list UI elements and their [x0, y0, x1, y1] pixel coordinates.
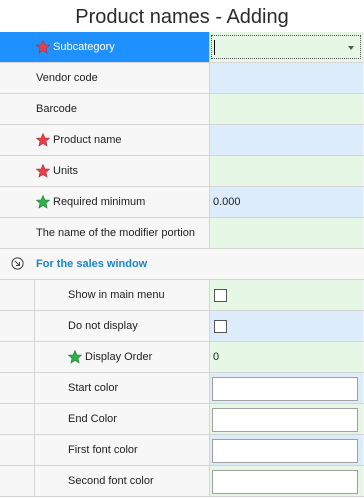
- product-names-adding-window: Product names - Adding Subcategory Vendo…: [0, 0, 364, 498]
- field-row-subcategory[interactable]: Subcategory: [0, 32, 364, 63]
- section-label: For the sales window: [36, 258, 148, 270]
- field-label: End Color: [68, 413, 117, 426]
- field-label: Subcategory: [53, 41, 115, 54]
- window-title: Product names - Adding: [0, 0, 364, 32]
- field-row-start-color[interactable]: Start color: [0, 373, 364, 404]
- field-label-cell: Second font color: [34, 466, 210, 496]
- field-label: Required minimum: [53, 196, 146, 209]
- section-header-sales-window[interactable]: For the sales window: [0, 249, 364, 280]
- field-row-vendor-code[interactable]: Vendor code: [0, 63, 364, 94]
- first-font-color-picker[interactable]: [212, 439, 358, 463]
- combo-box[interactable]: [211, 35, 361, 59]
- subcategory-combo[interactable]: [210, 32, 363, 62]
- end-color-cell[interactable]: [210, 404, 363, 434]
- field-label-cell: Product name: [0, 125, 210, 155]
- field-label-cell: Barcode: [0, 94, 210, 124]
- field-label-cell: Do not display: [34, 311, 210, 341]
- field-row-required-minimum[interactable]: Required minimum 0.000: [0, 187, 364, 218]
- field-row-end-color[interactable]: End Color: [0, 404, 364, 435]
- second-font-color-picker[interactable]: [212, 470, 358, 494]
- field-label: Product name: [53, 134, 122, 147]
- text-caret: [214, 40, 215, 55]
- field-row-product-name[interactable]: Product name: [0, 125, 364, 156]
- field-label: Do not display: [68, 320, 138, 333]
- units-input[interactable]: [210, 156, 363, 186]
- field-label: Units: [53, 165, 79, 178]
- show-in-main-menu-checkbox[interactable]: [214, 289, 227, 302]
- field-row-display-order[interactable]: Display Order 0: [0, 342, 364, 373]
- field-label-cell: First font color: [34, 435, 210, 465]
- field-label-cell: Vendor code: [0, 63, 210, 93]
- field-row-barcode[interactable]: Barcode: [0, 94, 364, 125]
- display-order-input[interactable]: 0: [210, 342, 363, 372]
- optional-star-icon: [36, 195, 50, 209]
- field-row-first-font-color[interactable]: First font color: [0, 435, 364, 466]
- field-label-cell: Required minimum: [0, 187, 210, 217]
- collapse-circle-icon[interactable]: [11, 257, 24, 270]
- required-star-icon: [36, 133, 50, 147]
- show-in-main-menu-cell[interactable]: [210, 280, 363, 310]
- field-label-cell[interactable]: Subcategory: [0, 32, 210, 62]
- second-font-color-cell[interactable]: [210, 466, 363, 496]
- end-color-picker[interactable]: [212, 408, 358, 432]
- barcode-input[interactable]: [210, 94, 363, 124]
- modifier-portion-input[interactable]: [210, 218, 363, 248]
- field-row-do-not-display[interactable]: Do not display: [0, 311, 364, 342]
- required-star-icon: [36, 40, 50, 54]
- required-star-icon: [36, 164, 50, 178]
- field-label-cell: Display Order: [34, 342, 210, 372]
- chevron-down-icon[interactable]: [348, 46, 354, 50]
- field-row-show-in-main-menu[interactable]: Show in main menu: [0, 280, 364, 311]
- start-color-cell[interactable]: [210, 373, 363, 403]
- field-label-cell: End Color: [34, 404, 210, 434]
- field-label: Show in main menu: [68, 289, 165, 302]
- field-label: Display Order: [85, 351, 153, 364]
- field-label: First font color: [68, 444, 138, 457]
- field-label-cell: Show in main menu: [34, 280, 210, 310]
- field-label: Second font color: [68, 475, 154, 488]
- field-label: Vendor code: [36, 72, 98, 85]
- product-name-input[interactable]: [210, 125, 363, 155]
- start-color-picker[interactable]: [212, 377, 358, 401]
- field-label-cell: The name of the modifier portion: [0, 218, 210, 248]
- field-row-units[interactable]: Units: [0, 156, 364, 187]
- field-row-second-font-color[interactable]: Second font color: [0, 466, 364, 497]
- field-label-cell: Units: [0, 156, 210, 186]
- field-label: Start color: [68, 382, 119, 395]
- field-label-cell: Start color: [34, 373, 210, 403]
- do-not-display-cell[interactable]: [210, 311, 363, 341]
- do-not-display-checkbox[interactable]: [214, 320, 227, 333]
- field-label: Barcode: [36, 103, 77, 116]
- required-minimum-input[interactable]: 0.000: [210, 187, 363, 217]
- field-label: The name of the modifier portion: [36, 227, 195, 240]
- field-row-modifier-portion[interactable]: The name of the modifier portion: [0, 218, 364, 249]
- optional-star-icon: [68, 350, 82, 364]
- vendor-code-input[interactable]: [210, 63, 363, 93]
- first-font-color-cell[interactable]: [210, 435, 363, 465]
